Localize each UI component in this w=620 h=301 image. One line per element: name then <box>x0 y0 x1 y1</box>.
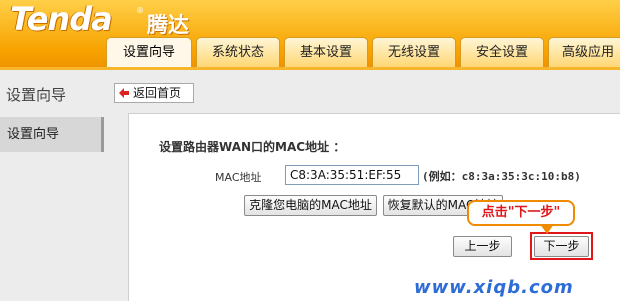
mac-address-input[interactable]: C8:3A:35:51:EF:55 <box>285 165 419 185</box>
back-home-label: 返回首页 <box>133 86 182 100</box>
tab-basic-settings[interactable]: 基本设置 <box>284 37 368 67</box>
click-next-callout: 点击"下一步" <box>467 200 575 226</box>
mac-address-label: MAC地址 <box>215 171 262 184</box>
header-divider <box>0 67 620 70</box>
mac-example-hint: (例如：c8:3a:35:3c:10:b8) <box>422 170 581 183</box>
next-step-highlight-frame <box>530 232 593 260</box>
back-home-button[interactable]: 返回首页 <box>114 83 194 103</box>
sidebar-title: 设置向导 <box>6 86 67 104</box>
site-watermark: www.xiqb.com <box>414 277 574 298</box>
header-bar: Tenda ® 腾达 设置向导 系统状态 基本设置 无线设置 安全设置 高级应用 <box>0 0 620 67</box>
tenda-logo-chinese: 腾达 <box>147 13 189 37</box>
tab-advanced[interactable]: 高级应用 <box>548 37 620 67</box>
back-arrow-icon <box>119 88 129 98</box>
callout-pointer <box>540 224 554 234</box>
tab-system-status[interactable]: 系统状态 <box>196 37 280 67</box>
tab-setup-wizard[interactable]: 设置向导 <box>106 37 192 67</box>
tab-wireless-settings[interactable]: 无线设置 <box>372 37 456 67</box>
section-heading: 设置路由器WAN口的MAC地址 ： <box>159 140 346 154</box>
registered-mark: ® <box>136 6 144 15</box>
tab-security-settings[interactable]: 安全设置 <box>460 37 544 67</box>
clone-mac-button[interactable]: 克隆您电脑的MAC地址 <box>244 195 377 216</box>
sidebar-item-setup-wizard[interactable]: 设置向导 <box>0 117 104 152</box>
prev-step-button[interactable]: 上一步 <box>453 236 512 257</box>
tenda-logo: Tenda <box>10 0 113 38</box>
